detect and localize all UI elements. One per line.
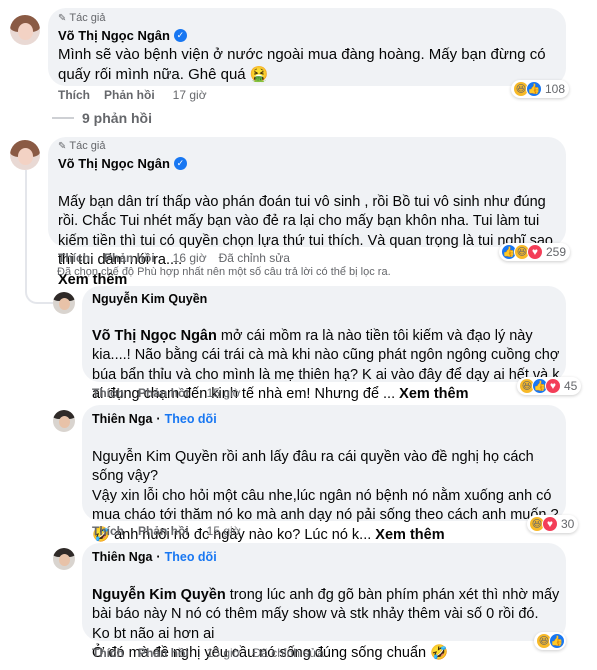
edited-label: Đã chỉnh sửa xyxy=(218,251,290,265)
like-button[interactable]: Thích xyxy=(58,88,90,102)
timestamp[interactable]: 15 giờ xyxy=(207,646,241,660)
love-reaction-icon: ♥ xyxy=(527,244,543,260)
reaction-summary[interactable]: 😆 ♥ 30 xyxy=(527,515,579,533)
timestamp[interactable]: 15 giờ xyxy=(207,524,241,538)
view-replies-link[interactable]: 9 phản hồi xyxy=(52,110,152,126)
reply-author-name: Thiên Nga · Theo dõi xyxy=(92,412,217,426)
reaction-count: 108 xyxy=(545,82,566,96)
avatar[interactable] xyxy=(53,410,75,432)
thread-line xyxy=(25,170,27,290)
mention-link[interactable]: Võ Thị Ngọc Ngân xyxy=(92,328,217,344)
pen-icon: ✎ xyxy=(58,12,67,24)
reaction-count: 45 xyxy=(564,379,578,393)
comment-actions: Thích Phản hồi 16 giờ Đã chỉnh sửa xyxy=(58,251,290,265)
verified-icon: ✓ xyxy=(173,29,187,42)
like-reaction-icon: 👍 xyxy=(549,633,565,649)
reaction-count: 259 xyxy=(546,245,567,259)
pen-icon: ✎ xyxy=(58,140,67,152)
reply-button[interactable]: Phản hồi xyxy=(104,88,155,102)
see-more-link[interactable]: Xem thêm xyxy=(399,386,468,402)
author-badge: ✎ Tác giả xyxy=(58,140,106,152)
avatar[interactable] xyxy=(10,15,40,45)
edited-label: Đã chỉnh sửa xyxy=(252,646,324,660)
avatar[interactable] xyxy=(53,292,75,314)
love-reaction-icon: ♥ xyxy=(542,516,558,532)
reply-button[interactable]: Phản hồi xyxy=(138,386,189,400)
reaction-summary[interactable]: 😆 👍 xyxy=(534,632,566,650)
comment-actions: Thích Phản hồi 17 giờ xyxy=(58,88,219,102)
like-button[interactable]: Thích xyxy=(92,386,124,400)
see-more-link[interactable]: Xem thêm xyxy=(375,527,444,543)
thread-connector xyxy=(25,288,53,304)
reply-actions: Thích Phản hồi 15 giờ xyxy=(92,386,253,400)
reaction-summary[interactable]: 😆 👍 ♥ 45 xyxy=(517,377,582,395)
avatar[interactable] xyxy=(10,140,40,170)
comment-author-name[interactable]: Võ Thị Ngọc Ngân ✓ xyxy=(58,156,187,171)
filter-notice: Đã chọn chế độ Phù hợp nhất nên một số c… xyxy=(57,266,391,278)
reply-button[interactable]: Phản hồi xyxy=(138,524,189,538)
comment-author-name[interactable]: Võ Thị Ngọc Ngân ✓ xyxy=(58,28,187,43)
author-badge: ✎ Tác giả xyxy=(58,12,106,24)
like-button[interactable]: Thích xyxy=(92,524,124,538)
love-reaction-icon: ♥ xyxy=(545,378,561,394)
follow-button[interactable]: Theo dõi xyxy=(165,550,217,564)
reply-actions: Thích Phản hồi 15 giờ xyxy=(92,524,253,538)
like-reaction-icon: 👍 xyxy=(526,81,542,97)
like-button[interactable]: Thích xyxy=(92,646,124,660)
reply-actions: Thích Phản hồi 15 giờ Đã chỉnh sửa xyxy=(92,646,324,660)
reaction-count: 30 xyxy=(561,517,575,531)
reaction-summary[interactable]: 😆 👍 108 xyxy=(511,80,570,98)
reply-button[interactable]: Phản hồi xyxy=(138,646,189,660)
reaction-summary[interactable]: 👍 😆 ♥ 259 xyxy=(499,243,571,261)
timestamp[interactable]: 16 giờ xyxy=(173,251,207,265)
reply-author-name[interactable]: Nguyễn Kim Quyền xyxy=(92,292,207,306)
follow-button[interactable]: Theo dõi xyxy=(165,412,217,426)
avatar[interactable] xyxy=(53,548,75,570)
reply-button[interactable]: Phản hồi xyxy=(104,251,155,265)
mention-link[interactable]: Nguyễn Kim Quyền xyxy=(92,587,226,603)
reply-line xyxy=(52,117,74,119)
comment-text: Mình sẽ vào bệnh viện ở nước ngoài mua đ… xyxy=(58,46,546,83)
timestamp[interactable]: 17 giờ xyxy=(173,88,207,102)
reply-author-name: Thiên Nga · Theo dõi xyxy=(92,550,217,564)
timestamp[interactable]: 15 giờ xyxy=(207,386,241,400)
verified-icon: ✓ xyxy=(173,157,187,170)
like-button[interactable]: Thích xyxy=(58,251,90,265)
